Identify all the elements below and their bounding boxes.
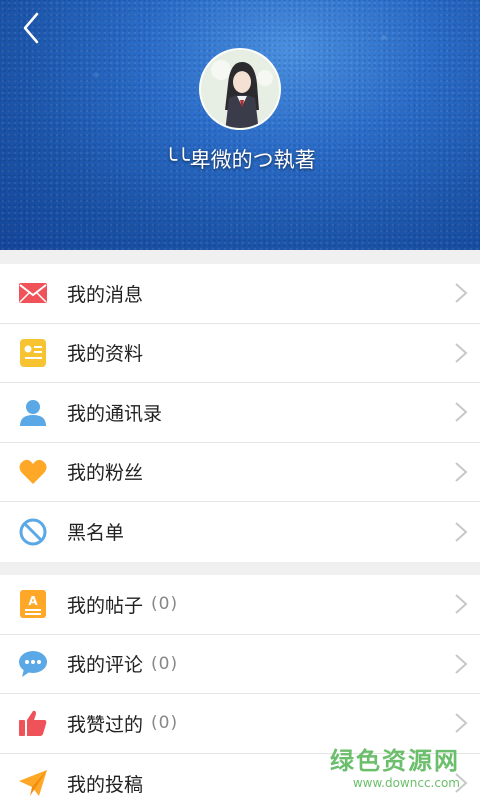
chevron-right-icon	[455, 462, 468, 482]
menu-item-label: 我的资料	[67, 343, 144, 366]
chevron-right-icon	[455, 713, 468, 733]
menu-item-label: 我的帖子	[67, 594, 144, 617]
menu-group-profile: 我的消息 我的资料 我的通讯录 我的粉丝 黑名单	[0, 264, 480, 562]
watermark-url: www.downcc.com	[352, 776, 460, 790]
chevron-right-icon	[455, 594, 468, 614]
liked-count: (0)	[151, 713, 179, 734]
watermark: 绿色资源网 www.downcc.com	[330, 741, 460, 790]
menu-item-blacklist[interactable]: 黑名单	[0, 502, 480, 562]
chevron-right-icon	[455, 654, 468, 674]
svg-text:A: A	[28, 594, 38, 608]
menu-item-my-contacts[interactable]: 我的通讯录	[0, 383, 480, 443]
back-button[interactable]	[16, 10, 46, 46]
menu-item-label: 我的粉丝	[67, 462, 144, 485]
paper-plane-icon	[18, 768, 48, 798]
chevron-right-icon	[455, 283, 468, 303]
heart-icon	[18, 457, 48, 487]
chevron-right-icon	[455, 343, 468, 363]
menu-item-my-posts[interactable]: A 我的帖子 (0)	[0, 575, 480, 635]
menu-item-my-profile[interactable]: 我的资料	[0, 324, 480, 383]
chevron-right-icon	[455, 522, 468, 542]
username: ╰╰卑微的つ執著	[164, 148, 316, 172]
menu-item-my-fans[interactable]: 我的粉丝	[0, 443, 480, 502]
thumbs-up-icon	[18, 708, 48, 738]
menu-item-label: 我的评论	[67, 654, 144, 677]
menu-item-label: 我的消息	[67, 283, 144, 306]
menu-item-label: 我的投稿	[67, 773, 144, 796]
menu-item-my-comments[interactable]: 我的评论 (0)	[0, 635, 480, 694]
profile-card-icon	[18, 338, 48, 368]
comment-bubble-icon	[18, 649, 48, 679]
menu-item-label: 我赞过的	[67, 713, 144, 736]
avatar[interactable]	[199, 48, 281, 130]
blocked-icon	[18, 517, 48, 547]
contact-person-icon	[18, 397, 48, 427]
watermark-text: 绿色资源网	[330, 747, 460, 775]
menu-item-label: 黑名单	[67, 522, 125, 545]
avatar-image	[201, 50, 279, 128]
profile-header: ╰╰卑微的つ執著	[0, 0, 480, 250]
post-count: (0)	[151, 594, 179, 615]
menu-item-label: 我的通讯录	[67, 402, 163, 425]
comment-count: (0)	[151, 653, 179, 674]
menu-item-my-messages[interactable]: 我的消息	[0, 264, 480, 324]
chevron-right-icon	[455, 402, 468, 422]
mail-icon	[18, 278, 48, 308]
chevron-left-icon	[23, 12, 39, 44]
post-document-icon: A	[18, 589, 48, 619]
